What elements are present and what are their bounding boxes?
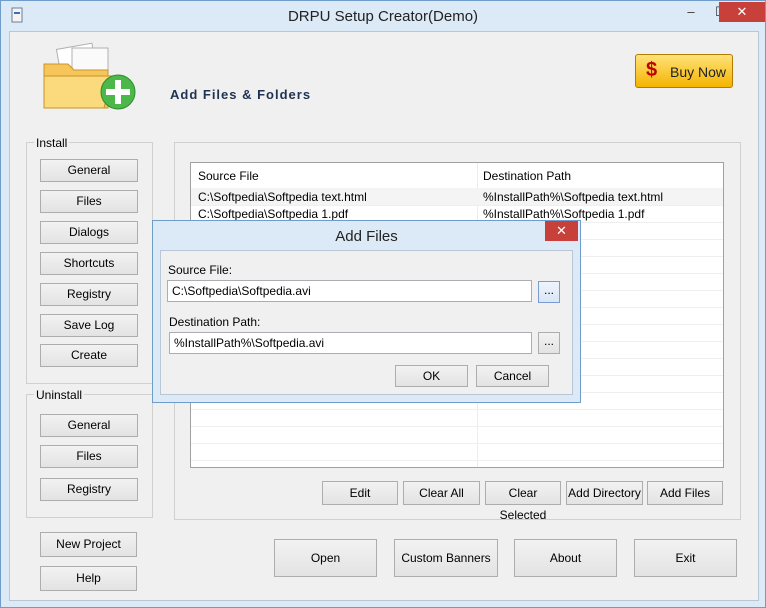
destination-path-label: Destination Path: <box>169 315 261 329</box>
clear-all-button[interactable]: Clear All <box>403 481 480 505</box>
source-cell: C:\Softpedia\Softpedia text.html <box>198 190 367 204</box>
ok-button[interactable]: OK <box>395 365 468 387</box>
install-registry-button[interactable]: Registry <box>40 283 138 306</box>
source-cell: C:\Softpedia\Softpedia 1.pdf <box>198 207 349 221</box>
empty-row <box>191 443 723 461</box>
install-dialogs-button[interactable]: Dialogs <box>40 221 138 244</box>
title-bar[interactable]: DRPU Setup Creator(Demo) – ☐ ✕ <box>1 1 765 31</box>
uninstall-registry-button[interactable]: Registry <box>40 478 138 501</box>
uninstall-general-button[interactable]: General <box>40 414 138 437</box>
exit-button[interactable]: Exit <box>634 539 737 577</box>
help-button[interactable]: Help <box>40 566 137 591</box>
window-title: DRPU Setup Creator(Demo) <box>287 8 479 25</box>
source-browse-button[interactable]: ... <box>538 281 560 303</box>
install-create-button[interactable]: Create <box>40 344 138 367</box>
destination-browse-button[interactable]: ... <box>538 332 560 354</box>
install-general-button[interactable]: General <box>40 159 138 182</box>
folder-add-icon <box>43 42 136 110</box>
install-group-label: Install <box>34 136 70 150</box>
column-source-file[interactable]: Source File <box>198 169 259 183</box>
empty-row <box>191 409 723 427</box>
source-file-label: Source File: <box>168 263 233 277</box>
install-files-button[interactable]: Files <box>40 190 138 213</box>
destination-path-field[interactable]: %InstallPath%\Softpedia.avi <box>169 332 532 354</box>
dest-cell: %InstallPath%\Softpedia 1.pdf <box>483 207 645 221</box>
new-project-button[interactable]: New Project <box>40 532 137 557</box>
install-save-log-button[interactable]: Save Log <box>40 314 138 337</box>
list-header: Source File Destination Path <box>191 163 723 189</box>
source-file-field[interactable]: C:\Softpedia\Softpedia.avi <box>167 280 532 302</box>
column-destination-path[interactable]: Destination Path <box>483 169 571 183</box>
open-button[interactable]: Open <box>274 539 377 577</box>
page-title: Add Files & Folders <box>170 87 312 102</box>
empty-row <box>191 426 723 444</box>
dollar-icon: $ <box>646 59 658 81</box>
dialog-title: Add Files <box>335 228 398 245</box>
buy-now-button[interactable]: $ Buy Now <box>635 54 733 88</box>
add-files-dialog: Add Files ✕ Source File: C:\Softpedia\So… <box>152 220 581 403</box>
cancel-button[interactable]: Cancel <box>476 365 549 387</box>
edit-button[interactable]: Edit <box>322 481 398 505</box>
dialog-close-button[interactable]: ✕ <box>545 221 578 241</box>
uninstall-group-label: Uninstall <box>34 388 85 402</box>
close-button[interactable]: ✕ <box>719 2 765 22</box>
clear-selected-button[interactable]: Clear Selected <box>485 481 561 522</box>
add-directory-button[interactable]: Add Directory <box>566 481 643 505</box>
custom-banners-button[interactable]: Custom Banners <box>394 539 498 577</box>
buy-now-label: Buy Now <box>670 64 727 80</box>
dialog-body: Source File: C:\Softpedia\Softpedia.avi … <box>160 250 573 395</box>
dest-cell: %InstallPath%\Softpedia text.html <box>483 190 664 204</box>
minimize-button[interactable]: – <box>676 2 706 22</box>
table-row[interactable]: C:\Softpedia\Softpedia text.html %Instal… <box>191 188 723 206</box>
about-button[interactable]: About <box>514 539 617 577</box>
install-shortcuts-button[interactable]: Shortcuts <box>40 252 138 275</box>
uninstall-files-button[interactable]: Files <box>40 445 138 468</box>
add-files-button[interactable]: Add Files <box>647 481 723 505</box>
